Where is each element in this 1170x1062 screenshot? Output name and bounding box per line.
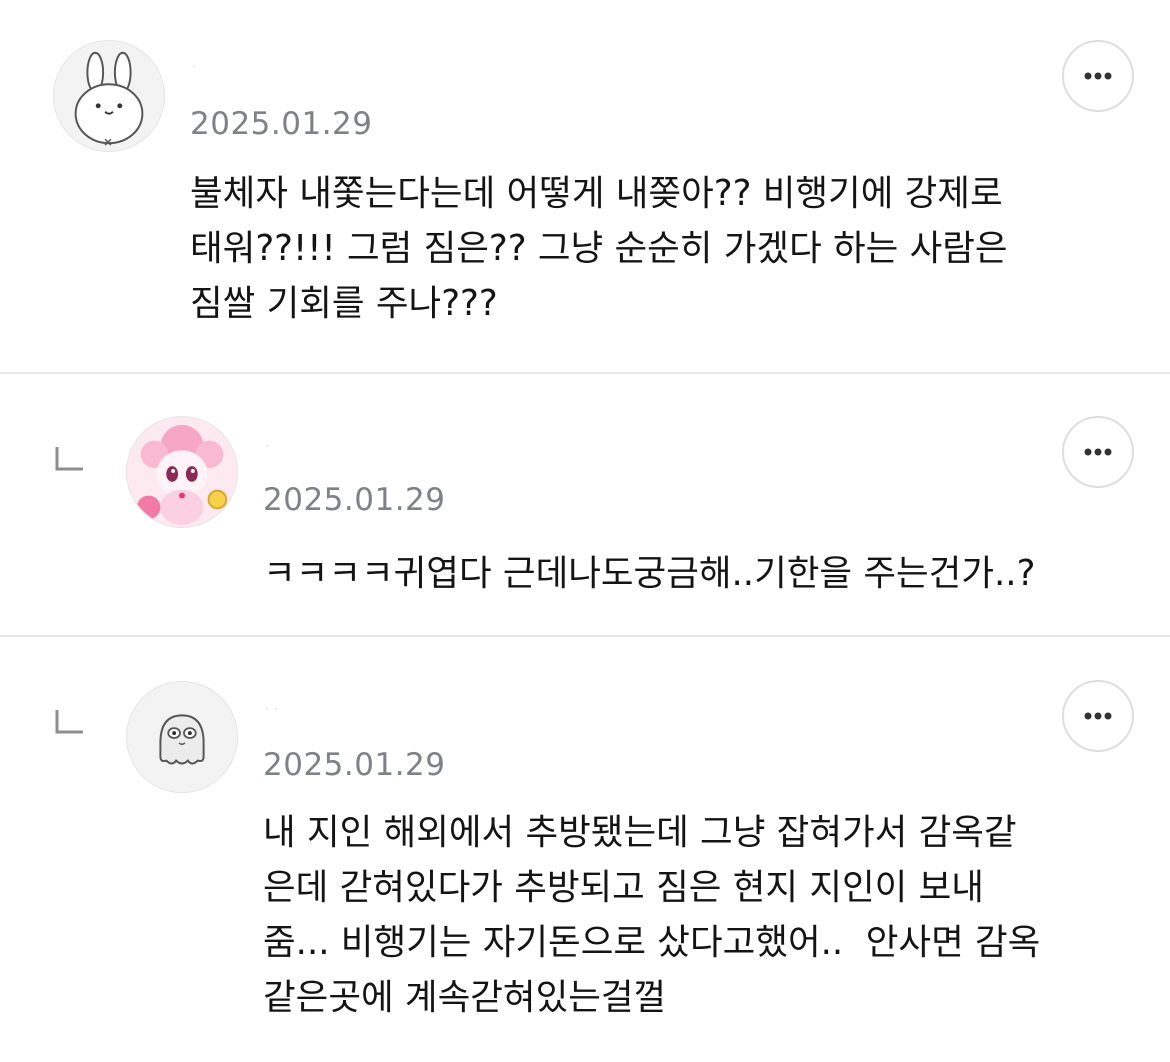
comment-item: · 2025.01.29 불체자 내쫓는다는데 어떻게 내쫒아?? 비행기에 강… [0,0,1170,374]
comment-text: 내 지인 해외에서 추방됐는데 그냥 잡혀가서 감옥같 은데 갇혀있다가 추방되… [263,812,1041,1018]
reply-item: · · 2025.01.29 내 지인 해외에서 추방됐는데 그냥 잡혀가서 감… [0,637,1170,1062]
comment-date: 2025.01.29 [263,747,446,783]
pink-character-avatar-icon [127,417,237,527]
more-options-button[interactable] [1062,416,1134,488]
more-options-button[interactable] [1062,680,1134,752]
comment-text: ㅋㅋㅋㅋ귀엽다 근데나도궁금해..기한을 주는건가..? [263,553,1036,594]
reply-indicator-icon [54,446,84,472]
username[interactable]: · [192,60,196,74]
comment-date: 2025.01.29 [190,106,373,142]
comment-date: 2025.01.29 [263,482,446,518]
reply-item: · 2025.01.29 ㅋㅋㅋㅋ귀엽다 근데나도궁금해..기한을 주는건가..… [0,374,1170,636]
ghost-avatar-icon [127,682,237,792]
username[interactable]: · · [265,703,278,717]
more-dots-icon [1084,448,1112,456]
reply-indicator-icon [54,709,84,735]
avatar[interactable] [126,681,238,793]
more-options-button[interactable] [1062,40,1134,112]
rabbit-avatar-icon [54,41,164,151]
more-dots-icon [1084,712,1112,720]
comment-text: 불체자 내쫓는다는데 어떻게 내쫒아?? 비행기에 강제로 태워??!!! 그럼… [190,173,1008,324]
avatar[interactable] [126,416,238,528]
username[interactable]: · [265,440,269,454]
more-dots-icon [1084,72,1112,80]
avatar[interactable] [53,40,165,152]
